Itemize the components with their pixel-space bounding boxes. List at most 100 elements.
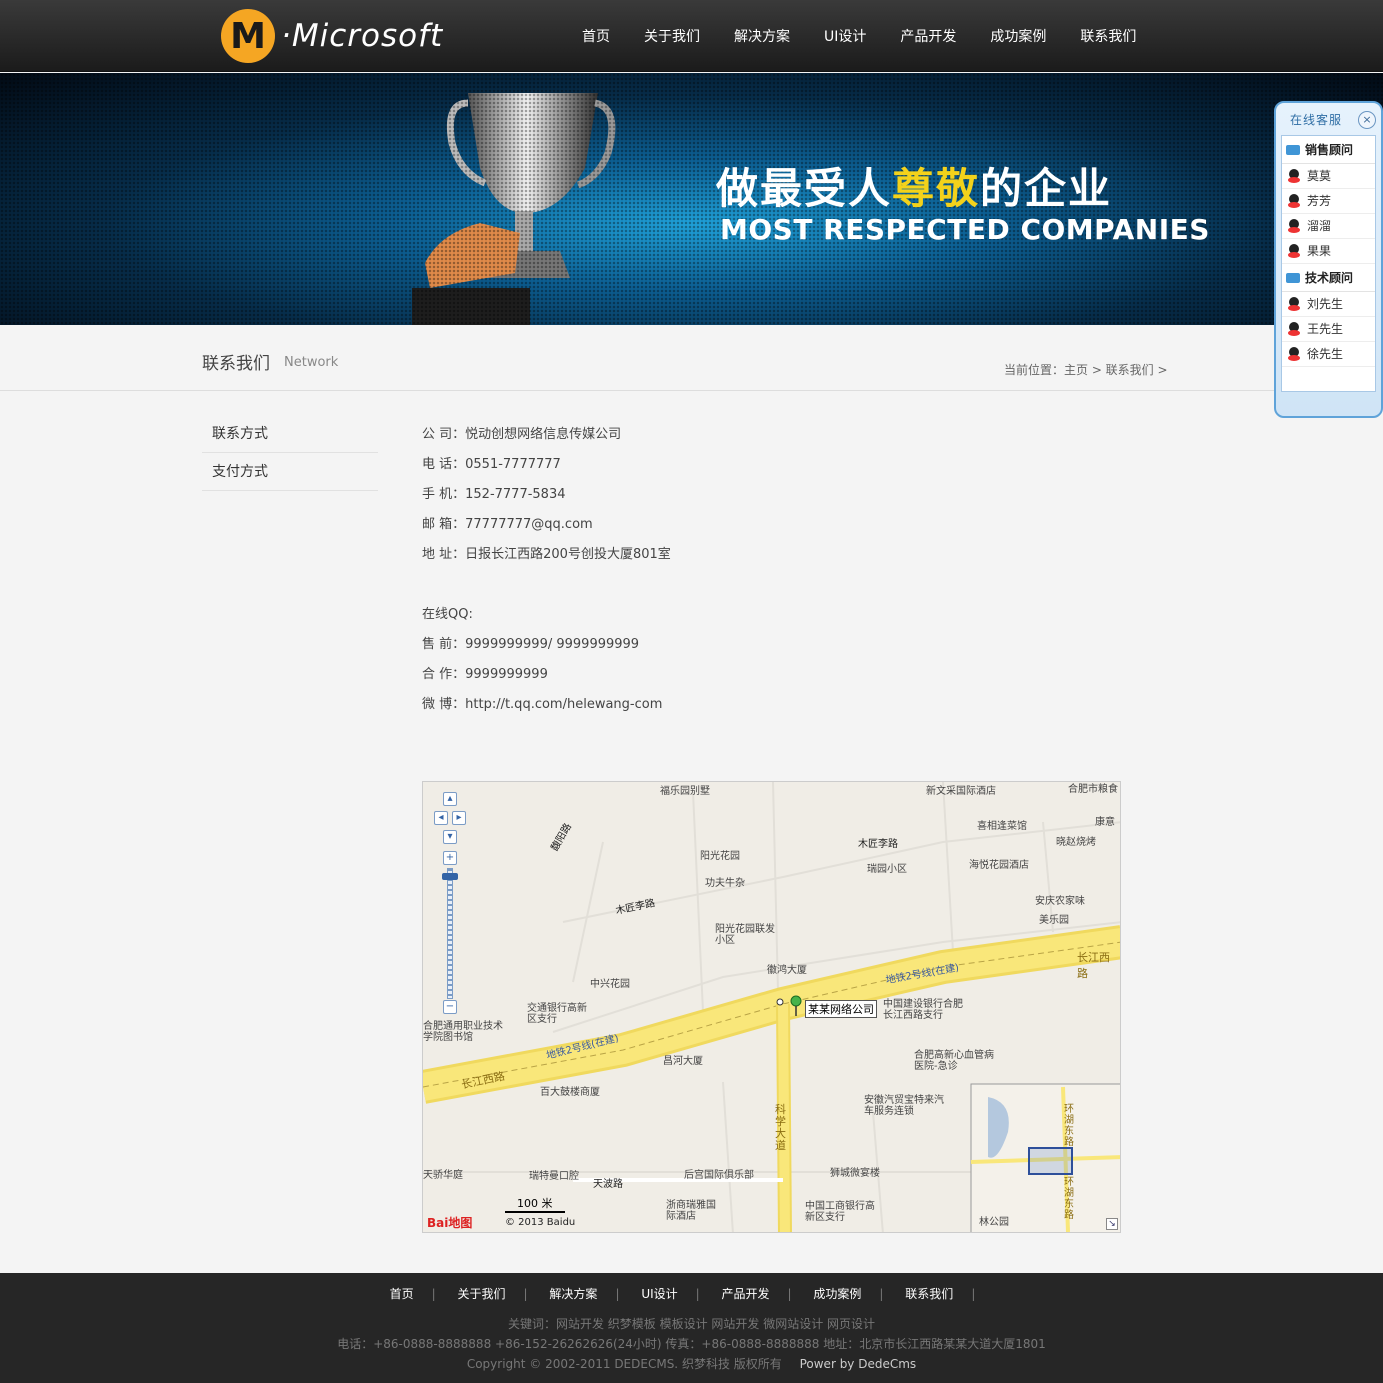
qq-icon	[1288, 297, 1300, 311]
service-contact[interactable]: 王先生	[1282, 317, 1375, 342]
map-label: 天骄华庭	[423, 1170, 463, 1181]
map-label: 喜相逢菜馆	[977, 821, 1027, 832]
service-contact[interactable]: 溜溜	[1282, 214, 1375, 239]
presale-line: 售 前：9999999999/ 9999999999	[422, 637, 640, 652]
map-label: 康意	[1095, 817, 1115, 828]
header: M ·Microsoft 首页 关于我们 解决方案 UI设计 产品开发 成功案例…	[0, 0, 1383, 72]
sidebar: 联系方式 支付方式	[202, 415, 378, 491]
map-label: 环湖东路	[1064, 1104, 1074, 1148]
qq-icon	[1288, 219, 1300, 233]
map-label: 新文采国际酒店	[926, 786, 996, 797]
logo[interactable]: M ·Microsoft	[221, 8, 443, 64]
pan-right-icon[interactable]: ▸	[452, 811, 466, 825]
service-contact[interactable]: 徐先生	[1282, 342, 1375, 367]
footer-contact: 电话：+86-0888-8888888 +86-152-26262626(24小…	[337, 1337, 1046, 1351]
zoom-in-icon[interactable]: +	[443, 851, 457, 865]
service-group-tech: 技术顾问	[1282, 264, 1375, 292]
footer-nav-ui-design[interactable]: UI设计	[641, 1287, 677, 1301]
footer: 首页 | 关于我们 | 解决方案 | UI设计 | 产品开发 | 成功案例 | 联系我们 | …	[0, 1273, 1383, 1383]
footer-nav-home[interactable]: 首页	[390, 1287, 414, 1301]
logo-mark: M	[221, 9, 275, 63]
map-label: 合肥市粮食	[1068, 784, 1118, 795]
service-contact[interactable]: 刘先生	[1282, 292, 1375, 317]
page-title-bar: 联系我们 Network 当前位置：主页 > 联系我们 >	[0, 325, 1383, 391]
email-line: 邮 箱：77777777@qq.com	[422, 517, 593, 532]
map-label: 后宫国际俱乐部	[684, 1170, 754, 1181]
map-label: 合肥通用职业技术学院图书馆	[423, 1021, 503, 1043]
map-scale-label: 100 米	[517, 1197, 553, 1210]
pan-down-icon[interactable]: ▾	[443, 830, 457, 844]
nav-product-dev[interactable]: 产品开发	[883, 26, 973, 46]
map-label: 木匠李路	[858, 839, 898, 850]
service-contact[interactable]: 果果	[1282, 239, 1375, 264]
service-title: 在线客服	[1290, 113, 1343, 127]
footer-keywords: 关键词：网站开发 织梦模板 模板设计 网站开发 微网站设计 网页设计	[507, 1317, 876, 1331]
zoom-slider-handle[interactable]	[442, 873, 458, 880]
contact-info: 公 司：悦动创想网络信息传媒公司 电 话：0551-7777777 手 机：15…	[422, 424, 671, 724]
nav-about[interactable]: 关于我们	[627, 26, 717, 46]
company-line: 公 司：悦动创想网络信息传媒公司	[422, 427, 622, 442]
nav-solutions[interactable]: 解决方案	[717, 26, 807, 46]
page-title: 联系我们	[202, 354, 270, 374]
breadcrumb[interactable]: 当前位置：主页 > 联系我们 >	[1004, 361, 1168, 378]
qq-icon	[1288, 244, 1300, 258]
map-label: 海悦花园酒店	[969, 860, 1029, 871]
overview-toggle-icon[interactable]: ↘	[1106, 1218, 1118, 1230]
map-label: 狮城微宴楼	[830, 1168, 880, 1179]
service-list: 销售顾问 莫莫 芳芳 溜溜 果果 技术顾问 刘先生 王先生 徐先生	[1281, 135, 1376, 392]
phone-line: 电 话：0551-7777777	[422, 457, 561, 472]
nav-contact[interactable]: 联系我们	[1063, 26, 1153, 46]
zoom-out-icon[interactable]: −	[443, 1000, 457, 1014]
map-label: 福乐园别墅	[660, 786, 710, 797]
qq-icon	[1288, 322, 1300, 336]
footer-nav-cases[interactable]: 成功案例	[813, 1287, 861, 1301]
map-label: 功夫牛杂	[705, 878, 745, 889]
qq-icon	[1288, 169, 1300, 183]
weibo-line[interactable]: 微 博：http://t.qq.com/helewang-com	[422, 694, 671, 724]
footer-nav-about[interactable]: 关于我们	[458, 1287, 506, 1301]
map-label: 瑞园小区	[867, 864, 907, 875]
location-map[interactable]: 福乐园别墅 新文采国际酒店 合肥市粮食 喜相逢菜馆 康意 晓赵烧烤 木匠李路 阳…	[422, 781, 1121, 1233]
folder-icon	[1286, 144, 1300, 155]
baidu-map-logo: Bai地图	[427, 1216, 473, 1230]
mobile-line: 手 机：152-7777-5834	[422, 487, 566, 502]
service-header: 在线客服 ×	[1276, 103, 1381, 133]
map-label: 徽鸿大厦	[767, 965, 807, 976]
map-label: 安庆农家味	[1035, 896, 1085, 907]
service-contact[interactable]: 莫莫	[1282, 164, 1375, 189]
map-label: 环湖东路	[1064, 1177, 1074, 1221]
map-label: 合肥高新心血管病医院-急诊	[914, 1050, 994, 1072]
online-service-panel: 在线客服 × 销售顾问 莫莫 芳芳 溜溜 果果 技术顾问 刘先生 王先生 徐先生	[1274, 101, 1383, 418]
footer-nav-product-dev[interactable]: 产品开发	[722, 1287, 770, 1301]
close-icon[interactable]: ×	[1358, 111, 1376, 129]
map-label: 科学大道	[775, 1103, 786, 1152]
folder-icon	[1286, 272, 1300, 283]
map-label: 晓赵烧烤	[1056, 837, 1096, 848]
footer-nav-contact[interactable]: 联系我们	[905, 1287, 953, 1301]
zoom-slider[interactable]	[447, 868, 453, 999]
sidebar-item-contact-methods[interactable]: 联系方式	[202, 415, 378, 453]
hero-banner: 做最受人尊敬的企业 MOST RESPECTED COMPANIES	[0, 73, 1383, 325]
map-label: 浙商瑞雅国际酒店	[666, 1200, 716, 1222]
map-marker-label[interactable]: 某某网络公司	[805, 1000, 877, 1018]
map-label: 美乐园	[1039, 915, 1069, 926]
footer-power[interactable]: Power by DedeCms	[800, 1357, 917, 1371]
banner-texture	[0, 73, 1383, 325]
qq-heading: 在线QQ:	[422, 607, 473, 622]
map-label: 瑞特曼口腔	[529, 1171, 579, 1182]
service-contact[interactable]: 芳芳	[1282, 189, 1375, 214]
pan-up-icon[interactable]: ▴	[443, 792, 457, 806]
sidebar-item-payment-methods[interactable]: 支付方式	[202, 453, 378, 491]
banner-slogan-cn: 做最受人尊敬的企业	[716, 164, 1113, 213]
service-group-sales: 销售顾问	[1282, 136, 1375, 164]
banner-slogan-en: MOST RESPECTED COMPANIES	[720, 213, 1210, 246]
nav-ui-design[interactable]: UI设计	[807, 26, 883, 46]
map-label: 中兴花园	[590, 979, 630, 990]
cooperate-line: 合 作：9999999999	[422, 667, 548, 682]
nav-cases[interactable]: 成功案例	[973, 26, 1063, 46]
nav-home[interactable]: 首页	[565, 26, 627, 46]
pan-left-icon[interactable]: ◂	[434, 811, 448, 825]
map-label: 阳光花园	[700, 851, 740, 862]
footer-nav-solutions[interactable]: 解决方案	[549, 1287, 597, 1301]
page-subtitle: Network	[284, 355, 339, 370]
